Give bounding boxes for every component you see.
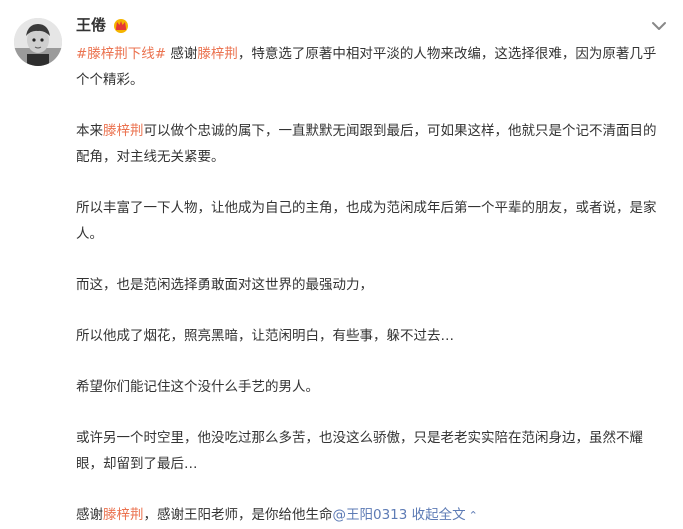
collapse-text-label: 收起全文 — [411, 507, 466, 523]
crown-badge-icon — [112, 17, 130, 33]
post-text: 感谢 — [170, 46, 198, 62]
post-text: 本来 — [76, 123, 103, 139]
post-paragraph: 感谢滕梓荆，感谢王阳老师，是你给他生命@王阳0313 收起全文 ⌃ — [76, 502, 668, 529]
post-text: ，感谢王阳老师，是你给他生命 — [143, 507, 333, 523]
post-body: #滕梓荆下线# 感谢滕梓荆，特意选了原著中相对平淡的人物来改编，这选择很难，因为… — [76, 41, 668, 529]
post-paragraph: 而这，也是范闲选择勇敢面对这世界的最强动力， — [76, 277, 373, 293]
mention-link[interactable]: @王阳0313 — [333, 507, 408, 523]
chevron-down-icon[interactable] — [650, 18, 668, 32]
chevron-up-icon: ⌃ — [468, 509, 478, 522]
post-author: 王倦 — [76, 14, 130, 35]
post-paragraph: 所以丰富了一下人物，让他成为自己的主角，也成为范闲成年后第一个平辈的朋友，或者说… — [76, 200, 657, 242]
post-paragraph: 所以他成了烟花，照亮黑暗，让范闲明白，有些事，躲不过去… — [76, 328, 454, 344]
post-text: 感谢 — [76, 507, 103, 523]
avatar-image — [14, 18, 62, 66]
name-link[interactable]: 滕梓荆 — [103, 123, 144, 139]
username-link[interactable]: 王倦 — [76, 14, 106, 35]
collapse-text-button[interactable]: 收起全文 ⌃ — [412, 507, 478, 523]
name-link[interactable]: 滕梓荆 — [197, 46, 238, 62]
post-paragraph: 或许另一个时空里，他没吃过那么多苦，也没这么骄傲，只是老老实实陪在范闲身边，虽然… — [76, 430, 643, 472]
name-link[interactable]: 滕梓荆 — [103, 507, 144, 523]
avatar[interactable] — [14, 18, 62, 66]
post-paragraph: #滕梓荆下线# 感谢滕梓荆，特意选了原著中相对平淡的人物来改编，这选择很难，因为… — [76, 41, 668, 93]
post-paragraph: 本来滕梓荆可以做个忠诚的属下，一直默默无闻跟到最后，可如果这样，他就只是个记不清… — [76, 118, 668, 170]
hashtag-link[interactable]: #滕梓荆下线# — [76, 46, 166, 62]
post-paragraph: 希望你们能记住这个没什么手艺的男人。 — [76, 379, 319, 395]
post-text: 可以做个忠诚的属下，一直默默无闻跟到最后，可如果这样，他就只是个记不清面目的配角… — [76, 123, 657, 165]
